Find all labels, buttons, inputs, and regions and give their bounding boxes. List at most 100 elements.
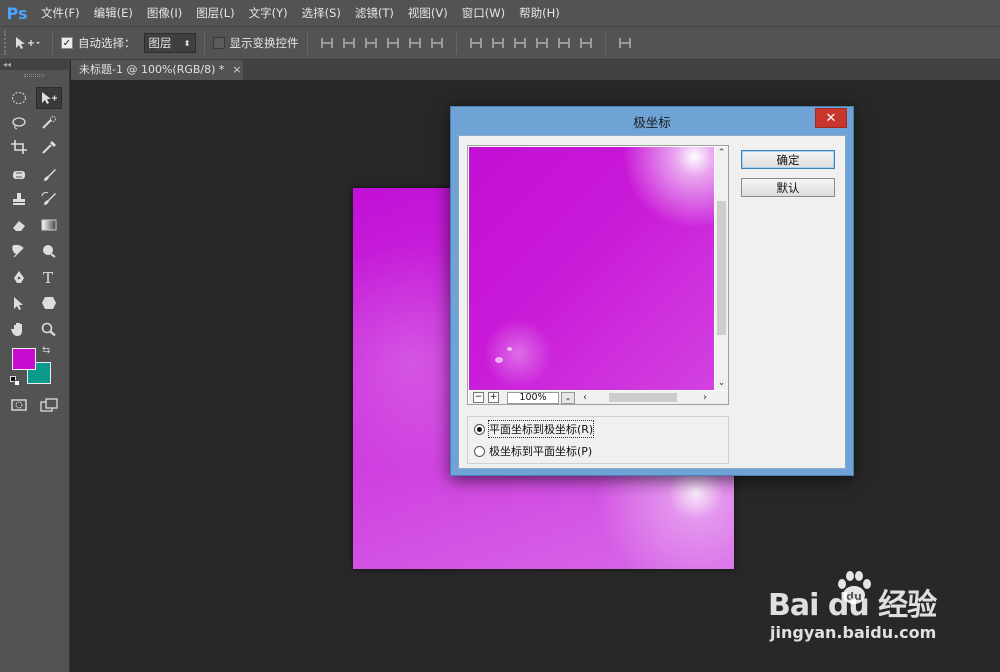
distribute-top-icon[interactable] <box>465 34 487 52</box>
align-vcenter-icon[interactable] <box>338 34 360 52</box>
auto-select-label: 自动选择： <box>78 36 136 50</box>
move-tool-icon[interactable] <box>36 87 62 109</box>
menu-bar: Ps 文件(F) 编辑(E) 图像(I) 图层(L) 文字(Y) 选择(S) 滤… <box>0 0 1000 26</box>
document-tab[interactable]: 未标题-1 @ 100%(RGB/8) * × <box>71 60 243 80</box>
scroll-left-icon[interactable]: ‹ <box>579 392 591 403</box>
type-tool-icon[interactable]: T <box>36 266 62 288</box>
options-bar: ✓ 自动选择： 图层 ⬍ 显示变换控件 <box>0 26 1000 60</box>
zoom-in-button[interactable]: + <box>488 392 499 403</box>
zoom-out-button[interactable]: − <box>473 392 484 403</box>
align-top-icon[interactable] <box>316 34 338 52</box>
separator <box>203 32 205 54</box>
menu-layer[interactable]: 图层(L) <box>189 0 241 26</box>
preview-image[interactable] <box>469 147 714 390</box>
blur-tool-icon[interactable] <box>6 240 32 262</box>
path-selection-tool-icon[interactable] <box>6 292 32 314</box>
dialog-body: ⌃ ⌄ − + 100% ⌄ ‹ › 确定 默认 平面坐标到极坐标(R) 极坐标… <box>458 135 846 469</box>
screen-mode-icon[interactable] <box>36 394 62 416</box>
menu-file[interactable]: 文件(F) <box>34 0 87 26</box>
menu-help[interactable]: 帮助(H) <box>512 0 567 26</box>
photoshop-logo: Ps <box>6 3 28 23</box>
updown-arrows-icon: ⬍ <box>183 38 191 48</box>
foreground-color-swatch[interactable] <box>12 348 36 370</box>
radio-polar-to-rect[interactable] <box>474 445 485 457</box>
scroll-right-icon[interactable]: › <box>699 392 711 403</box>
option-polar-to-rect-label: 极坐标到平面坐标(P) <box>489 445 593 458</box>
swap-colors-icon[interactable]: ⇆ <box>42 345 50 356</box>
default-colors-icon[interactable] <box>10 376 20 386</box>
quick-mask-icon[interactable] <box>6 394 32 416</box>
hand-tool-icon[interactable] <box>6 318 32 340</box>
auto-select-checkbox[interactable]: ✓ <box>61 37 73 49</box>
zoom-level-field[interactable]: 100% <box>507 391 559 404</box>
move-tool-preset-icon[interactable] <box>10 32 44 54</box>
separator <box>455 32 457 54</box>
menu-window[interactable]: 窗口(W) <box>455 0 512 26</box>
distribute-vcenter-icon[interactable] <box>487 34 509 52</box>
pen-tool-icon[interactable] <box>6 266 32 288</box>
default-button[interactable]: 默认 <box>741 178 835 197</box>
menu-filter[interactable]: 滤镜(T) <box>348 0 401 26</box>
auto-select-dropdown[interactable]: 图层 ⬍ <box>143 33 196 53</box>
vertical-scroll-thumb[interactable] <box>717 201 726 335</box>
option-polar-to-rect[interactable]: 极坐标到平面坐标(P) <box>474 443 592 459</box>
close-tab-icon[interactable]: × <box>232 63 241 76</box>
distribute-hcenter-icon[interactable] <box>553 34 575 52</box>
separator <box>52 32 53 54</box>
zoom-dropdown-icon[interactable]: ⌄ <box>561 391 575 404</box>
scroll-down-icon[interactable]: ⌄ <box>715 377 728 389</box>
dialog-title: 极坐标 <box>633 114 671 130</box>
scroll-up-icon[interactable]: ⌃ <box>715 147 728 159</box>
align-left-icon[interactable] <box>382 34 404 52</box>
gradient-tool-icon[interactable] <box>36 214 62 236</box>
shape-tool-icon[interactable] <box>36 292 62 314</box>
distribute-right-icon[interactable] <box>575 34 597 52</box>
align-hcenter-icon[interactable] <box>404 34 426 52</box>
tools-grip[interactable] <box>24 74 44 77</box>
auto-select-value: 图层 <box>148 36 172 50</box>
spot-healing-tool-icon[interactable] <box>6 164 32 186</box>
lens-flare-dot <box>507 347 512 351</box>
distribute-left-icon[interactable] <box>531 34 553 52</box>
separator <box>306 32 308 54</box>
baidu-jingyan-watermark: du Bai du 经验 jingyan.baidu.com <box>768 568 968 658</box>
tools-panel: T ⇆ <box>0 70 70 672</box>
zoom-tool-icon[interactable] <box>36 318 62 340</box>
eraser-tool-icon[interactable] <box>6 214 32 236</box>
brush-tool-icon[interactable] <box>36 164 62 186</box>
align-right-icon[interactable] <box>426 34 448 52</box>
distribute-bottom-icon[interactable] <box>509 34 531 52</box>
clone-stamp-tool-icon[interactable] <box>6 188 32 210</box>
document-tab-bar: 未标题-1 @ 100%(RGB/8) * × <box>71 60 1000 80</box>
ok-button[interactable]: 确定 <box>741 150 835 169</box>
menu-view[interactable]: 视图(V) <box>401 0 455 26</box>
quick-selection-tool-icon[interactable] <box>36 112 62 134</box>
preview-vertical-scrollbar[interactable]: ⌃ ⌄ <box>715 147 728 390</box>
crop-tool-icon[interactable] <box>6 136 32 158</box>
document-tab-title: 未标题-1 @ 100%(RGB/8) * <box>79 63 225 76</box>
option-rect-to-polar-label: 平面坐标到极坐标(R) <box>487 420 595 438</box>
filter-preview: ⌃ ⌄ − + 100% ⌄ ‹ › <box>467 145 729 405</box>
separator <box>604 32 606 54</box>
eyedropper-tool-icon[interactable] <box>36 136 62 158</box>
svg-text:T: T <box>43 270 53 284</box>
lasso-tool-icon[interactable] <box>6 112 32 134</box>
horizontal-scroll-thumb[interactable] <box>609 393 677 402</box>
dodge-tool-icon[interactable] <box>36 240 62 262</box>
dialog-close-button[interactable]: ✕ <box>815 108 847 128</box>
menu-type[interactable]: 文字(Y) <box>242 0 295 26</box>
polar-coordinates-dialog: 极坐标 ✕ ⌃ ⌄ − + 100% ⌄ ‹ › 确定 默认 平面坐标到极坐标(… <box>450 106 854 476</box>
radio-rect-to-polar[interactable] <box>474 423 485 435</box>
option-rect-to-polar[interactable]: 平面坐标到极坐标(R) <box>474 420 595 438</box>
menu-edit[interactable]: 编辑(E) <box>87 0 140 26</box>
show-transform-label: 显示变换控件 <box>229 36 299 50</box>
watermark-brand: Bai du 经验 <box>768 588 937 623</box>
history-brush-tool-icon[interactable] <box>36 188 62 210</box>
align-bottom-icon[interactable] <box>360 34 382 52</box>
menu-image[interactable]: 图像(I) <box>140 0 189 26</box>
marquee-tool-icon[interactable] <box>6 87 32 109</box>
show-transform-checkbox[interactable] <box>212 37 225 49</box>
auto-align-layers-icon[interactable] <box>614 34 636 52</box>
menu-select[interactable]: 选择(S) <box>295 0 348 26</box>
tools-panel-collapse[interactable]: ◂◂ <box>0 60 70 70</box>
